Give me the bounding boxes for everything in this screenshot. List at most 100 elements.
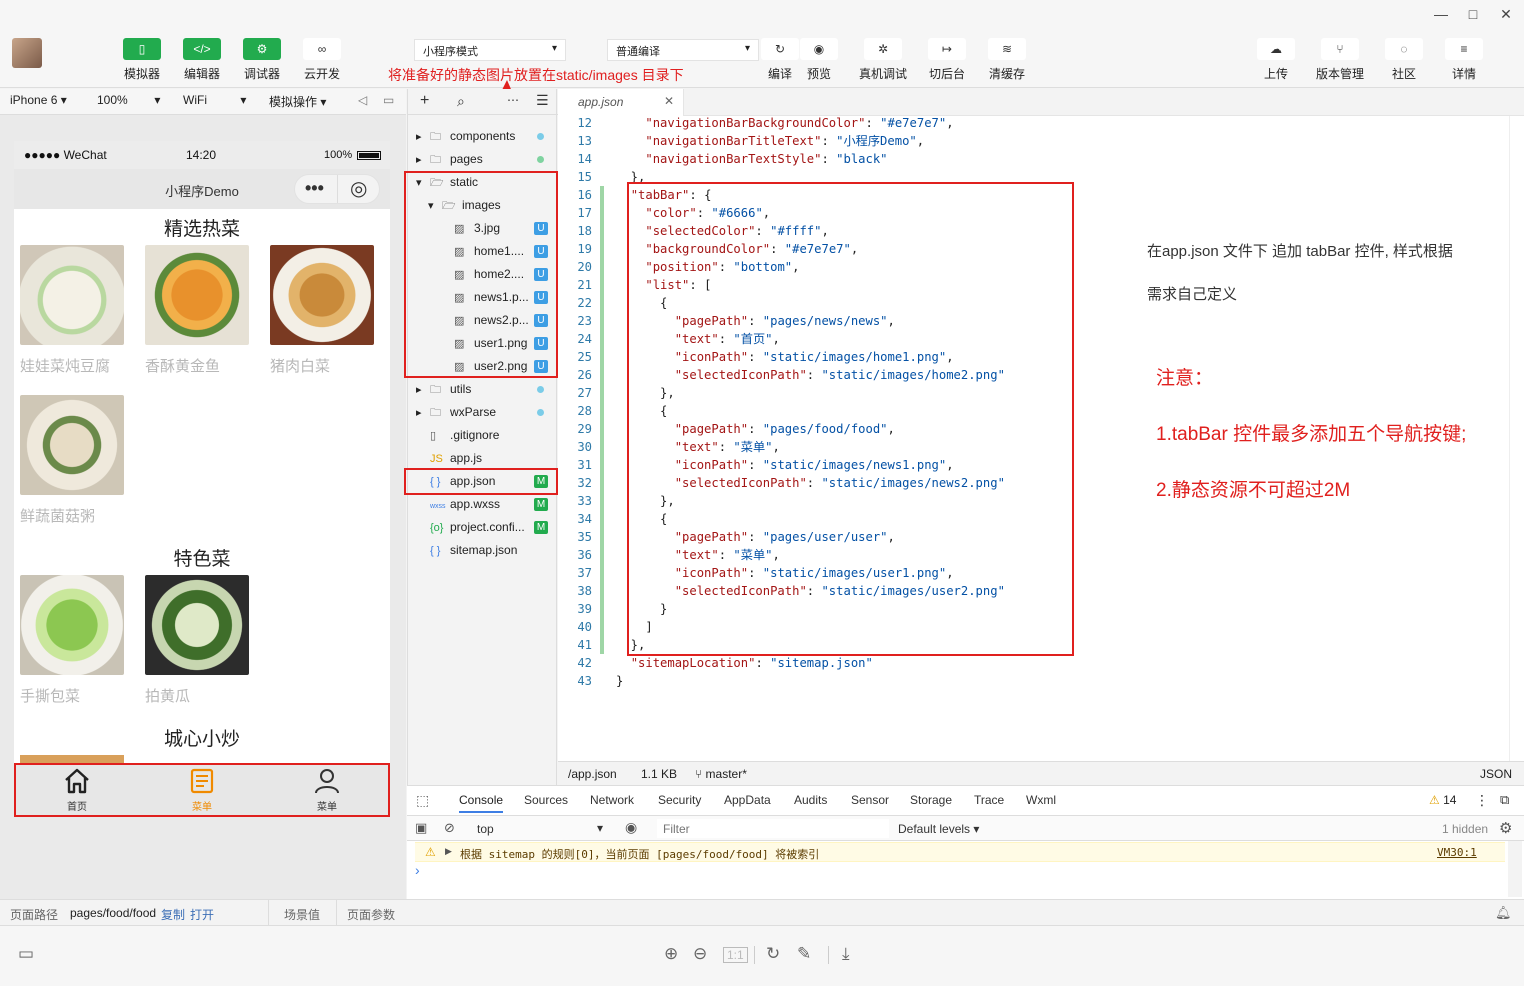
clear-cache-button[interactable]: ≋ 清缓存 bbox=[980, 38, 1034, 82]
minimize-button[interactable]: — bbox=[1431, 4, 1451, 24]
dish-image[interactable] bbox=[20, 575, 124, 675]
devtools-tab-audits[interactable]: Audits bbox=[794, 793, 827, 807]
clear-console-icon[interactable]: ⊘ bbox=[444, 820, 455, 836]
dish-image[interactable] bbox=[20, 395, 124, 495]
window-icon[interactable]: ▭ bbox=[383, 93, 394, 107]
download-icon[interactable]: ⤓ bbox=[842, 944, 850, 964]
code-line[interactable]: 42 "sitemapLocation": "sitemap.json" bbox=[558, 654, 1508, 672]
devtools-tab-sources[interactable]: Sources bbox=[524, 793, 568, 807]
volume-icon[interactable]: ◁ bbox=[358, 93, 367, 107]
layers-icon: ≋ bbox=[988, 38, 1026, 60]
devtools-tab-network[interactable]: Network bbox=[590, 793, 634, 807]
diff-gutter bbox=[600, 618, 604, 636]
code-line[interactable]: 12 "navigationBarBackgroundColor": "#e7e… bbox=[558, 114, 1508, 132]
log-levels-select[interactable]: Default levels ▾ bbox=[898, 822, 979, 836]
display-icon[interactable]: ▭ bbox=[18, 944, 34, 964]
operation-select[interactable]: 模拟操作 ▾ bbox=[269, 93, 326, 110]
zoom-out-icon[interactable]: ⊖ bbox=[693, 944, 707, 964]
copy-link[interactable]: 复制 bbox=[161, 906, 185, 923]
collapse-icon[interactable]: ☰ bbox=[536, 92, 549, 109]
zoom-select[interactable]: 100% ▾ bbox=[97, 93, 160, 107]
close-capsule-icon[interactable]: ◎ bbox=[350, 176, 367, 201]
version-button[interactable]: ⑂ 版本管理 bbox=[1313, 38, 1367, 82]
close-tab-icon[interactable]: ✕ bbox=[664, 94, 674, 108]
open-link[interactable]: 打开 bbox=[190, 906, 214, 923]
maximize-button[interactable]: □ bbox=[1463, 4, 1483, 24]
devtools-tab-security[interactable]: Security bbox=[658, 793, 701, 807]
bell-icon[interactable]: 🔔︎ bbox=[1495, 905, 1512, 921]
undock-icon[interactable]: ⧉ bbox=[1500, 792, 1509, 808]
device-select[interactable]: iPhone 6 ▾ bbox=[10, 93, 67, 107]
community-button[interactable]: ◌ 社区 bbox=[1377, 38, 1431, 82]
file-tree-item[interactable]: {o} project.confi... M bbox=[408, 516, 558, 539]
more-icon[interactable]: ••• bbox=[305, 178, 324, 199]
file-tree-item[interactable]: ▸ 🗀︎ components bbox=[408, 125, 558, 148]
expand-icon[interactable]: ▶ bbox=[445, 846, 452, 857]
dish-image[interactable] bbox=[145, 245, 249, 345]
pencil-icon[interactable]: ✎ bbox=[797, 944, 811, 964]
actual-size-icon[interactable]: 1:1 bbox=[723, 947, 748, 963]
devtools-tab-sensor[interactable]: Sensor bbox=[851, 793, 889, 807]
code-line[interactable]: 13 "navigationBarTitleText": "小程序Demo", bbox=[558, 132, 1508, 150]
inspect-icon[interactable]: ⬚ bbox=[416, 792, 429, 809]
dish-image[interactable] bbox=[270, 245, 374, 345]
editor-scrollbar[interactable] bbox=[1509, 116, 1524, 761]
file-tree-item[interactable]: ▯ .gitignore bbox=[408, 424, 558, 447]
message-source-link[interactable]: VM30:1 bbox=[1437, 846, 1477, 859]
upload-button[interactable]: ☁ 上传 bbox=[1249, 38, 1303, 82]
code-line[interactable]: 43} bbox=[558, 672, 1508, 690]
console-scrollbar[interactable] bbox=[1508, 841, 1522, 897]
kebab-icon[interactable]: ⋮ bbox=[1475, 792, 1489, 809]
rotate-icon[interactable]: ↻ bbox=[766, 944, 780, 964]
file-tree-item[interactable]: wxss app.wxss M bbox=[408, 493, 558, 516]
devtools-tab-trace[interactable]: Trace bbox=[974, 793, 1004, 807]
file-tree-item[interactable]: JS app.js bbox=[408, 447, 558, 470]
language-mode[interactable]: JSON bbox=[1480, 767, 1512, 781]
console-toolbar: ▣ ⊘ top ▾ ◉ Default levels ▾ 1 hidden ⚙ bbox=[407, 815, 1524, 841]
cloud-dev-button[interactable]: ∞ 云开发 bbox=[295, 38, 349, 82]
network-select[interactable]: WiFi ▾ bbox=[183, 93, 246, 107]
devtools-tab-console[interactable]: Console bbox=[459, 793, 504, 813]
settings-icon[interactable]: ⚙ bbox=[1499, 819, 1512, 837]
git-branch[interactable]: ⑂ master* bbox=[695, 767, 747, 781]
devtools-tab-appdata[interactable]: AppData bbox=[724, 793, 771, 807]
background-button[interactable]: ↦ 切后台 bbox=[920, 38, 974, 82]
tab-app-json[interactable]: app.json ✕ bbox=[558, 89, 684, 116]
console-prompt[interactable]: › bbox=[415, 862, 420, 878]
file-tree-item[interactable]: { } sitemap.json bbox=[408, 539, 558, 562]
mode-select[interactable]: 小程序模式 bbox=[414, 39, 566, 61]
simulator-button[interactable]: ▯ 模拟器 bbox=[115, 38, 169, 82]
section-title: 精选热菜 bbox=[163, 219, 240, 240]
search-icon[interactable]: ⌕ bbox=[457, 93, 465, 110]
remote-debug-button[interactable]: ✲ 真机调试 bbox=[856, 38, 910, 82]
sidebar-toggle-icon[interactable]: ▣ bbox=[415, 820, 427, 836]
add-icon[interactable]: + bbox=[420, 92, 429, 110]
code-line[interactable]: 14 "navigationBarTextStyle": "black" bbox=[558, 150, 1508, 168]
file-name: pages bbox=[450, 152, 483, 166]
warning-count[interactable]: ⚠ 14 bbox=[1429, 793, 1456, 807]
chevron-down-icon[interactable]: ▾ bbox=[597, 821, 603, 835]
devtools-tab-storage[interactable]: Storage bbox=[910, 793, 952, 807]
debugger-button[interactable]: ⚙ 调试器 bbox=[235, 38, 289, 82]
scene-button[interactable]: 场景值 bbox=[284, 906, 320, 923]
more-actions-icon[interactable]: ⋯ bbox=[507, 93, 519, 107]
editor-button[interactable]: </> 编辑器 bbox=[175, 38, 229, 82]
file-tree-item[interactable]: ▸ 🗀︎ utils bbox=[408, 378, 558, 401]
filter-input[interactable] bbox=[657, 819, 889, 838]
dish-image[interactable] bbox=[145, 575, 249, 675]
eye-icon[interactable]: ◉ bbox=[625, 819, 637, 836]
file-tree-item[interactable]: ▸ 🗀︎ pages bbox=[408, 148, 558, 171]
page-params-button[interactable]: 页面参数 bbox=[347, 906, 395, 923]
file-tree-item[interactable]: ▸ 🗀︎ wxParse bbox=[408, 401, 558, 424]
config-file-icon: {o} bbox=[430, 522, 444, 534]
compile-select[interactable]: 普通编译 bbox=[607, 39, 759, 61]
context-select[interactable]: top bbox=[477, 822, 494, 836]
dish-image[interactable] bbox=[20, 245, 124, 345]
file-name: sitemap.json bbox=[450, 543, 518, 557]
zoom-in-icon[interactable]: ⊕ bbox=[664, 944, 678, 964]
close-window-button[interactable]: ✕ bbox=[1496, 4, 1516, 24]
avatar[interactable] bbox=[12, 38, 42, 68]
details-button[interactable]: ≡ 详情 bbox=[1437, 38, 1491, 82]
devtools-tab-wxml[interactable]: Wxml bbox=[1026, 793, 1056, 807]
preview-button[interactable]: ◉ 预览 bbox=[792, 38, 846, 82]
